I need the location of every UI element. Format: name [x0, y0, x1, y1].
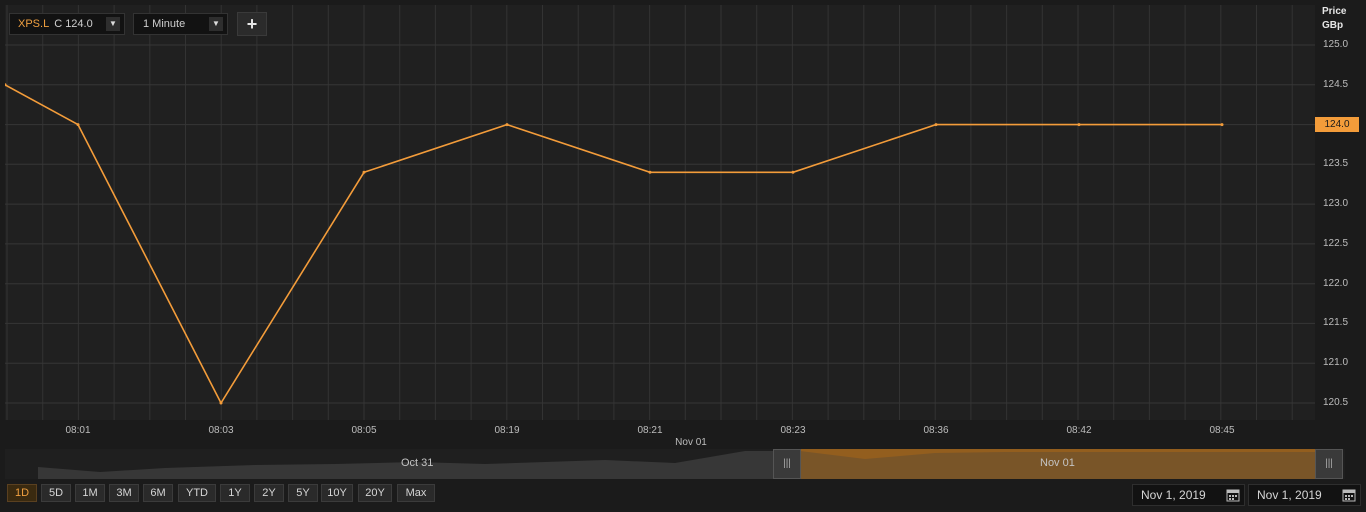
data-point[interactable] [505, 123, 509, 127]
x-tick-label: 08:42 [1066, 425, 1092, 436]
date-from-field[interactable]: Nov 1, 2019 [1132, 484, 1245, 506]
x-tick-label: 08:45 [1209, 425, 1235, 436]
symbol-label: XPS.L [18, 18, 50, 30]
x-tick-label: 08:21 [637, 425, 663, 436]
data-point[interactable] [934, 123, 938, 127]
data-point[interactable] [1077, 123, 1081, 127]
interval-label: 1 Minute [143, 18, 186, 30]
data-point[interactable] [1220, 123, 1224, 127]
range-1d-button[interactable]: 1D [7, 484, 37, 502]
x-tick-label: 08:03 [208, 425, 234, 436]
data-point[interactable] [362, 170, 366, 174]
interval-selector[interactable]: 1 Minute ▼ [133, 13, 228, 35]
y-tick-label: 122.0 [1323, 278, 1349, 289]
data-point[interactable] [76, 123, 80, 127]
navigator-right-label: Nov 01 [1040, 457, 1075, 469]
y-tick-label: 123.5 [1323, 158, 1349, 169]
y-tick-label: 124.5 [1323, 79, 1349, 90]
plot-area[interactable] [5, 5, 1315, 420]
add-series-button[interactable]: + [237, 12, 267, 36]
y-tick-label: 122.5 [1323, 238, 1349, 249]
price-axis-header: Price GBp [1322, 5, 1346, 33]
chevron-down-icon[interactable]: ▼ [209, 17, 223, 31]
date-to-text: Nov 1, 2019 [1257, 488, 1322, 502]
x-tick-label: 08:01 [65, 425, 91, 436]
x-tick-label: 08:19 [494, 425, 520, 436]
symbol-selector[interactable]: XPS.L C 124.0 ▼ [9, 13, 125, 35]
navigator[interactable]: Oct 31 Nov 01 ||| ||| [5, 449, 1345, 479]
range-20y-button[interactable]: 20Y [358, 484, 392, 502]
range-1y-button[interactable]: 1Y [220, 484, 250, 502]
unit-label: GBp [1322, 20, 1344, 31]
range-max-button[interactable]: Max [397, 484, 435, 502]
price-chart[interactable] [5, 5, 1315, 420]
price-axis-label: Price [1322, 6, 1347, 17]
range-ytd-button[interactable]: YTD [178, 484, 216, 502]
quote-label: C 124.0 [54, 18, 93, 30]
x-tick-label: 08:05 [351, 425, 377, 436]
y-tick-label: 123.0 [1323, 198, 1349, 209]
x-axis-date-label: Nov 01 [675, 437, 707, 448]
range-3m-button[interactable]: 3M [109, 484, 139, 502]
range-6m-button[interactable]: 6M [143, 484, 173, 502]
y-tick-label: 121.5 [1323, 317, 1349, 328]
date-to-field[interactable]: Nov 1, 2019 [1248, 484, 1361, 506]
range-2y-button[interactable]: 2Y [254, 484, 284, 502]
navigator-right-handle[interactable]: ||| [1315, 449, 1343, 479]
y-tick-label: 120.5 [1323, 397, 1349, 408]
last-price-badge: 124.0 [1315, 117, 1359, 132]
calendar-icon[interactable] [1226, 488, 1240, 502]
date-from-text: Nov 1, 2019 [1141, 488, 1206, 502]
calendar-icon[interactable] [1342, 488, 1356, 502]
navigator-left-label: Oct 31 [401, 457, 434, 469]
range-5y-button[interactable]: 5Y [288, 484, 318, 502]
range-5d-button[interactable]: 5D [41, 484, 71, 502]
data-point[interactable] [791, 170, 795, 174]
y-tick-label: 121.0 [1323, 357, 1349, 368]
chart-app: XPS.L C 124.0 ▼ 1 Minute ▼ + Price GBp 12… [0, 0, 1366, 512]
chevron-down-icon[interactable]: ▼ [106, 17, 120, 31]
data-point[interactable] [648, 170, 652, 174]
navigator-left-handle[interactable]: ||| [773, 449, 801, 479]
range-10y-button[interactable]: 10Y [321, 484, 353, 502]
x-tick-label: 08:23 [780, 425, 806, 436]
y-tick-label: 125.0 [1323, 39, 1349, 50]
x-tick-label: 08:36 [923, 425, 949, 436]
range-1m-button[interactable]: 1M [75, 484, 105, 502]
data-point[interactable] [219, 401, 223, 405]
